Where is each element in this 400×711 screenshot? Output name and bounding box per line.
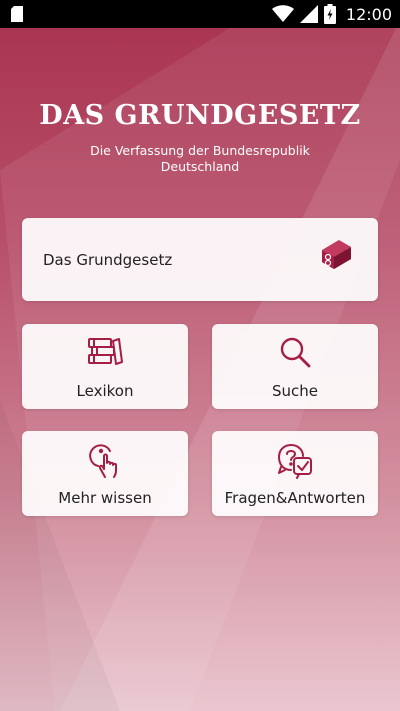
status-time: 12:00 (345, 4, 392, 24)
cell-signal-icon (299, 5, 318, 23)
books-icon (22, 336, 188, 366)
mehr-wissen-label: Mehr wissen (58, 489, 152, 507)
suche-label: Suche (271, 382, 318, 400)
question-check-icon (212, 443, 378, 479)
status-bar: 12:00 (0, 0, 400, 28)
fragen-antworten-label: Fragen&Antworten (224, 489, 366, 507)
lexikon-label: Lexikon (76, 382, 134, 400)
grundgesetz-books-icon (318, 240, 354, 280)
grundgesetz-label: Das Grundgesetz (43, 251, 173, 269)
battery-icon (323, 4, 336, 24)
suche-button[interactable]: Suche (212, 324, 378, 409)
fragen-antworten-button[interactable]: Fragen&Antworten (212, 431, 378, 516)
search-icon (212, 336, 378, 368)
sim-card-icon (11, 6, 23, 22)
app-title: DAS GRUNDGESETZ (39, 100, 361, 131)
mehr-wissen-button[interactable]: Mehr wissen (22, 431, 188, 516)
wifi-icon (271, 5, 294, 22)
lexikon-button[interactable]: Lexikon (22, 324, 188, 409)
app-subtitle: Die Verfassung der Bundesrepublik Deutsc… (90, 143, 310, 174)
app-header: DAS GRUNDGESETZ Die Verfassung der Bunde… (0, 100, 400, 175)
info-touch-icon (22, 443, 188, 479)
grundgesetz-button[interactable]: Das Grundgesetz (22, 218, 378, 301)
